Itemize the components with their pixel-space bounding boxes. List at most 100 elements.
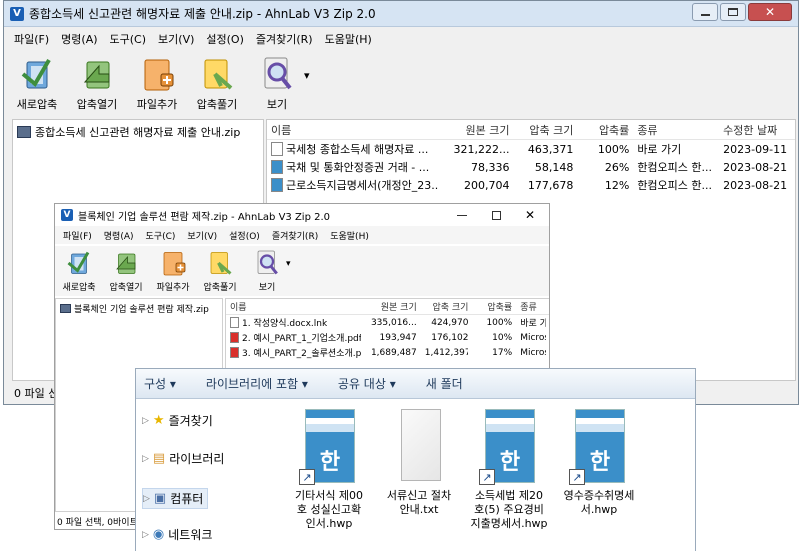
nav-item-label: 즐겨찾기 <box>168 414 213 428</box>
main_window-menu-item[interactable]: 도구(C) <box>104 31 153 47</box>
file-name-cell: 국채 및 통화안정증권 거래 - ... <box>267 159 442 175</box>
file-row[interactable]: 1. 작성양식.docx.lnk 335,016... 424,970 100% 바로 … <box>226 315 549 330</box>
file-row[interactable]: 근로소득지급명세서(개정안_23... 200,704 177,678 12% 한컴오피… <box>267 176 795 194</box>
column-header[interactable]: 압축 크기 <box>514 122 578 138</box>
extract-button[interactable]: 압축풀기 <box>198 246 242 296</box>
column-header[interactable]: 원본 크기 <box>365 300 421 313</box>
main_window-menu-item[interactable]: 보기(V) <box>152 31 200 47</box>
new-archive-button[interactable]: 새로압축 <box>10 50 64 115</box>
view-dropdown-arrow-icon[interactable]: ▾ <box>286 259 291 269</box>
explorer-command-button[interactable]: 구성 ▾ <box>144 375 176 392</box>
column-header[interactable]: 종류 <box>633 122 719 138</box>
file-comp-cell: 177,678 <box>514 179 578 192</box>
maximize-button[interactable] <box>481 206 511 224</box>
nav-item-star[interactable]: ▷ ★ 즐겨찾기 <box>142 412 213 429</box>
column-header[interactable]: 압축 크기 <box>421 300 473 313</box>
file-orig: 1,689,487 <box>370 347 417 358</box>
file-tile[interactable]: 한 ↗ 기타서식 제00 호 성실신고확 인서.hwp <box>286 409 372 531</box>
file-type-cell: 바로 가기 <box>633 141 719 157</box>
star-icon: ★ <box>152 413 165 428</box>
open-archive-button[interactable]: 압축열기 <box>104 246 148 296</box>
column-header[interactable]: 이름 <box>267 122 442 138</box>
tree-item-archive[interactable]: 블록체인 기업 솔루션 편람 제작.zip <box>56 301 222 315</box>
second_window-menu-item[interactable]: 파일(F) <box>57 229 98 242</box>
file-name: 3. 예시_PART_2_솔루션소개.pdf <box>242 349 362 359</box>
add-file-button[interactable]: 파일추가 <box>130 50 184 115</box>
extract-button[interactable]: 압축풀기 <box>190 50 244 115</box>
view-button[interactable]: 보기 <box>250 50 304 115</box>
file-tile[interactable]: 한 ↗ 영수증수취명세 서.hwp <box>556 409 642 517</box>
minimize-button[interactable] <box>447 206 477 224</box>
main_window-menu-item[interactable]: 명령(A) <box>55 31 103 47</box>
column-header[interactable]: 압축률 <box>472 300 516 313</box>
file-name-cell: 국세청 종합소득세 해명자료 ... <box>267 141 442 157</box>
second-menu-bar: 파일(F) 명령(A) 도구(C) 보기(V) 설정(O) 즐겨찾기(R) 도움말(H) <box>55 226 549 244</box>
file-orig-cell: 200,704 <box>442 179 514 192</box>
file-row[interactable]: 국채 및 통화안정증권 거래 - ... 78,336 58,148 26% 한컴오피스… <box>267 158 795 176</box>
extract-icon <box>197 54 237 94</box>
extract-icon <box>205 248 235 278</box>
file-tile[interactable]: 한 ↗ 소득세법 제20 호(5) 주요경비 지출명세서.hwp <box>466 409 552 531</box>
add-file-button[interactable]: 파일추가 <box>151 246 195 296</box>
main-title-bar[interactable]: V 종합소득세 신고관련 해명자료 제출 안내.zip - AhnLab V3 … <box>4 1 798 27</box>
file-tile[interactable]: 서류신고 절차 안내.txt <box>376 409 462 517</box>
explorer-command-button[interactable]: 라이브러리에 포함 ▾ <box>206 375 308 392</box>
main-toolbar: 새로압축 압축열기 파일추가 압축풀기 보기 ▾ <box>4 50 798 115</box>
second_window-menu-item[interactable]: 도구(C) <box>140 229 182 242</box>
main_window-menu-item[interactable]: 파일(F) <box>8 31 55 47</box>
new-archive-button[interactable]: 새로압축 <box>57 246 101 296</box>
close-button[interactable]: ✕ <box>748 3 792 21</box>
second-title-bar[interactable]: V 블록체인 기업 솔루션 편람 제작.zip - AhnLab V3 Zip … <box>55 204 549 226</box>
second_window-menu-item[interactable]: 보기(V) <box>181 229 223 242</box>
second_window-menu-item[interactable]: 설정(O) <box>223 229 266 242</box>
expand-arrow-icon[interactable]: ▷ <box>142 416 149 426</box>
view-dropdown-arrow-icon[interactable]: ▾ <box>304 69 310 82</box>
file-comp-cell: 463,371 <box>514 143 578 156</box>
file-date: 2023-09-11 ... <box>723 142 791 156</box>
close-button[interactable]: ✕ <box>515 206 545 224</box>
maximize-button[interactable] <box>720 3 746 21</box>
file-orig: 321,222... <box>453 142 510 156</box>
open-archive-button[interactable]: 압축열기 <box>70 50 124 115</box>
nav-item-computer[interactable]: ▷ ▣ 컴퓨터 <box>142 488 209 509</box>
nav-item-library[interactable]: ▷ ▤ 라이브러리 <box>142 450 224 467</box>
file-row[interactable]: 3. 예시_PART_2_솔루션소개.pdf 1,689,487 1,412,397… <box>226 345 549 360</box>
file-row[interactable]: 2. 예시_PART_1_기업소개.pdf 193,947 176,102 10% Mi… <box>226 330 549 345</box>
explorer-command-bar: 구성 ▾ 라이브러리에 포함 ▾ 공유 대상 ▾ 새 폴더 <box>136 369 695 399</box>
nav-item-label: 네트워크 <box>168 528 213 542</box>
open-archive-icon <box>77 54 117 94</box>
hwp-file-icon <box>271 160 283 174</box>
nav-item-network[interactable]: ▷ ◉ 네트워크 <box>142 526 212 543</box>
view-button[interactable]: 보기 <box>245 246 289 296</box>
main_window-menu-item[interactable]: 즐겨찾기(R) <box>250 31 319 47</box>
file-thumbnail: 한 ↗ <box>299 409 359 485</box>
minimize-button[interactable] <box>692 3 718 21</box>
column-header[interactable]: 압축률 <box>577 122 633 138</box>
second_window-menu-item[interactable]: 즐겨찾기(R) <box>266 229 324 242</box>
toolbar-label: 파일추가 <box>156 283 190 293</box>
column-header[interactable]: 원본 크기 <box>442 122 514 138</box>
second_window-menu-item[interactable]: 명령(A) <box>98 229 140 242</box>
file-type-cell: 한컴오피스 한... <box>633 159 719 175</box>
main_window-menu-item[interactable]: 설정(O) <box>200 31 249 47</box>
second-window-title: 블록체인 기업 솔루션 편람 제작.zip - AhnLab V3 Zip 2.… <box>78 211 331 223</box>
file-thumbnail <box>389 409 449 485</box>
file-row[interactable]: 국세청 종합소득세 해명자료 ... 321,222... 463,371 100% 바… <box>267 140 795 158</box>
file-orig-cell: 1,689,487 <box>365 348 421 358</box>
expand-arrow-icon[interactable]: ▷ <box>143 494 150 504</box>
tree-item-archive[interactable]: 종합소득세 신고관련 해명자료 제출 안내.zip <box>13 123 263 141</box>
column-header[interactable]: 이름 <box>226 300 365 313</box>
toolbar-label: 새로압축 <box>62 283 96 293</box>
hwp-file-icon <box>271 178 283 192</box>
expand-arrow-icon[interactable]: ▷ <box>142 454 149 464</box>
file-comp: 58,148 <box>534 160 574 174</box>
expand-arrow-icon[interactable]: ▷ <box>142 530 149 540</box>
main_window-menu-item[interactable]: 도움말(H) <box>319 31 378 47</box>
column-header[interactable]: 종류 <box>516 300 549 313</box>
column-header[interactable]: 수정한 날짜 <box>719 122 795 138</box>
file-orig: 335,016... <box>370 317 417 328</box>
second_window-menu-item[interactable]: 도움말(H) <box>324 229 375 242</box>
file-comp-cell: 176,102 <box>421 333 473 343</box>
explorer-command-button[interactable]: 공유 대상 ▾ <box>338 375 396 392</box>
explorer-command-button[interactable]: 새 폴더 <box>426 375 463 392</box>
